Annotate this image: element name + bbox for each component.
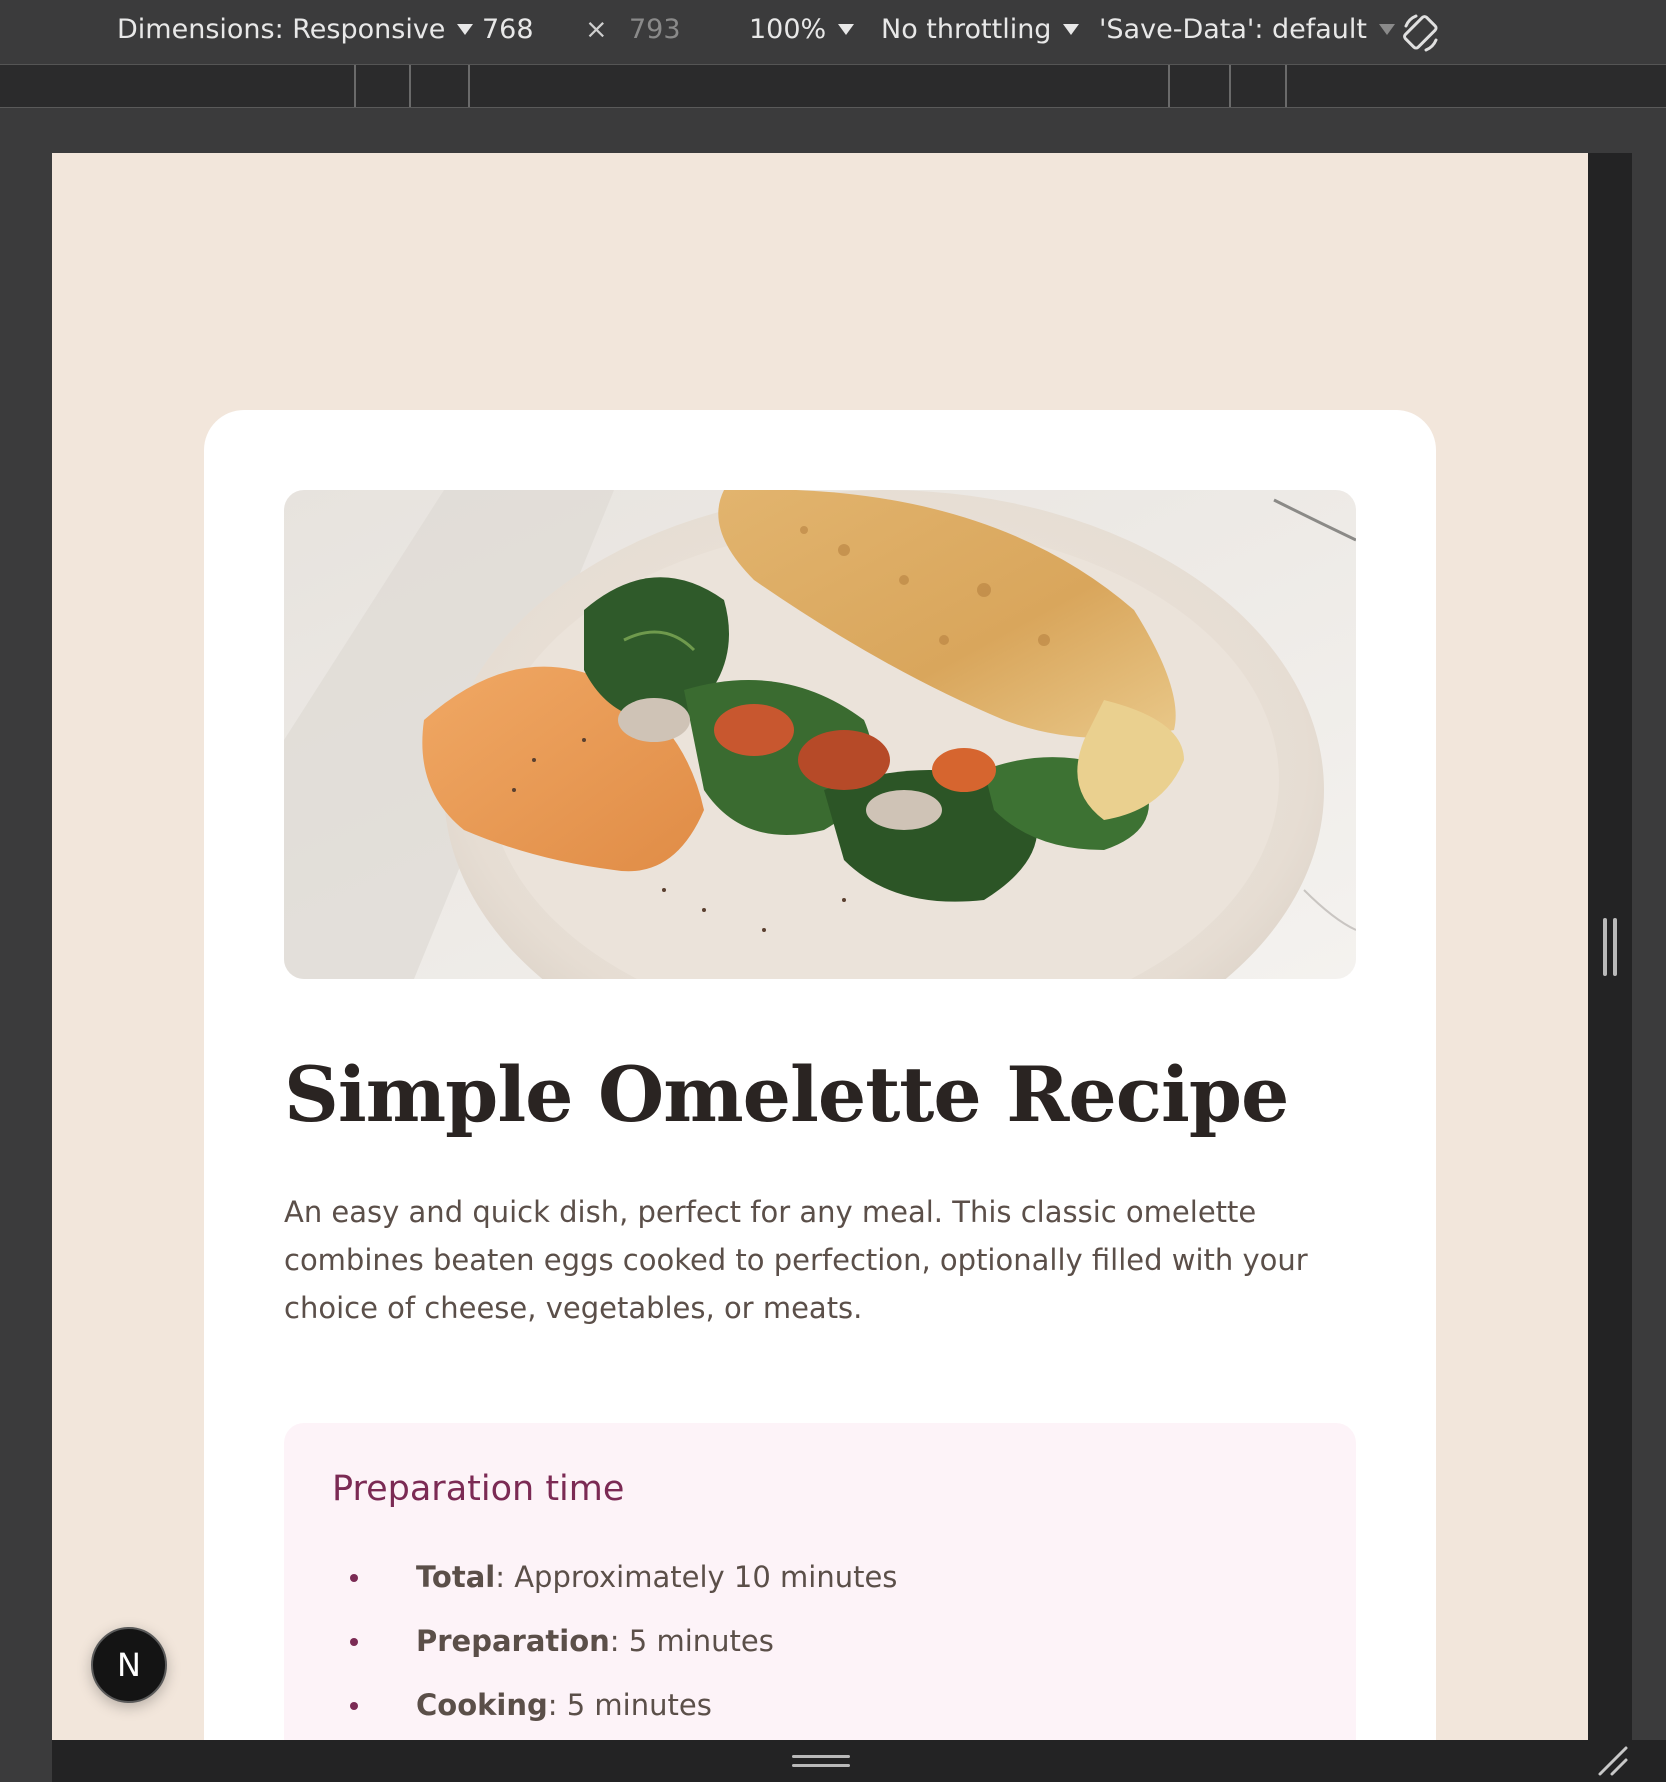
save-data-dropdown[interactable]: 'Save-Data': default [1099, 14, 1396, 45]
width-resize-handle[interactable] [1603, 918, 1617, 976]
width-input[interactable]: 768 [482, 14, 534, 45]
resize-corner-icon[interactable] [1594, 1742, 1630, 1778]
nextjs-logo-icon: N [117, 1646, 141, 1684]
dimensions-label: Dimensions: Responsive [117, 14, 446, 45]
chevron-down-icon [1379, 24, 1396, 35]
hero-image [284, 490, 1356, 979]
list-item: Cooking: 5 minutes [332, 1673, 897, 1737]
preparation-time-heading: Preparation time [332, 1469, 625, 1509]
recipe-card: Simple Omelette Recipe An easy and quick… [204, 410, 1436, 1740]
preparation-time-list: Total: Approximately 10 minutes Preparat… [332, 1545, 897, 1737]
emulated-viewport: Simple Omelette Recipe An easy and quick… [52, 153, 1588, 1740]
throttling-label: No throttling [881, 14, 1052, 45]
prep-item-value: : 5 minutes [547, 1688, 712, 1722]
rotate-button[interactable] [1400, 12, 1442, 54]
bullet-icon [350, 1638, 358, 1646]
prep-item-value: : 5 minutes [609, 1624, 774, 1658]
height-input[interactable]: 793 [629, 14, 681, 45]
prep-item-label: Cooking [416, 1688, 548, 1722]
rotate-icon [1403, 14, 1438, 52]
chevron-down-icon [457, 24, 474, 35]
devtools-device-toolbar: Dimensions: Responsive 768 × 793 100% No… [0, 0, 1666, 65]
omelette-image [284, 490, 1356, 979]
height-resize-handle[interactable] [792, 1755, 850, 1769]
nextjs-dev-badge[interactable]: N [91, 1627, 167, 1703]
save-data-label: 'Save-Data': default [1099, 14, 1368, 45]
chevron-down-icon [838, 24, 855, 35]
recipe-title: Simple Omelette Recipe [284, 1050, 1289, 1139]
close-icon: × [585, 14, 608, 45]
dimensions-dropdown[interactable]: Dimensions: Responsive [117, 14, 474, 45]
zoom-dropdown[interactable]: 100% [749, 14, 855, 45]
prep-item-label: Preparation [416, 1624, 610, 1658]
list-item: Total: Approximately 10 minutes [332, 1545, 897, 1609]
preparation-time-box: Preparation time Total: Approximately 10… [284, 1423, 1356, 1740]
bullet-icon [350, 1702, 358, 1710]
zoom-label: 100% [749, 14, 827, 45]
viewport-bottom-bar [52, 1740, 1666, 1782]
prep-item-value: : Approximately 10 minutes [495, 1560, 898, 1594]
list-item: Preparation: 5 minutes [332, 1609, 897, 1673]
throttling-dropdown[interactable]: No throttling [881, 14, 1080, 45]
recipe-description: An easy and quick dish, perfect for any … [284, 1195, 1308, 1325]
media-query-ruler [0, 65, 1666, 108]
chevron-down-icon [1063, 24, 1080, 35]
prep-item-label: Total [416, 1560, 496, 1594]
bullet-icon [350, 1574, 358, 1582]
